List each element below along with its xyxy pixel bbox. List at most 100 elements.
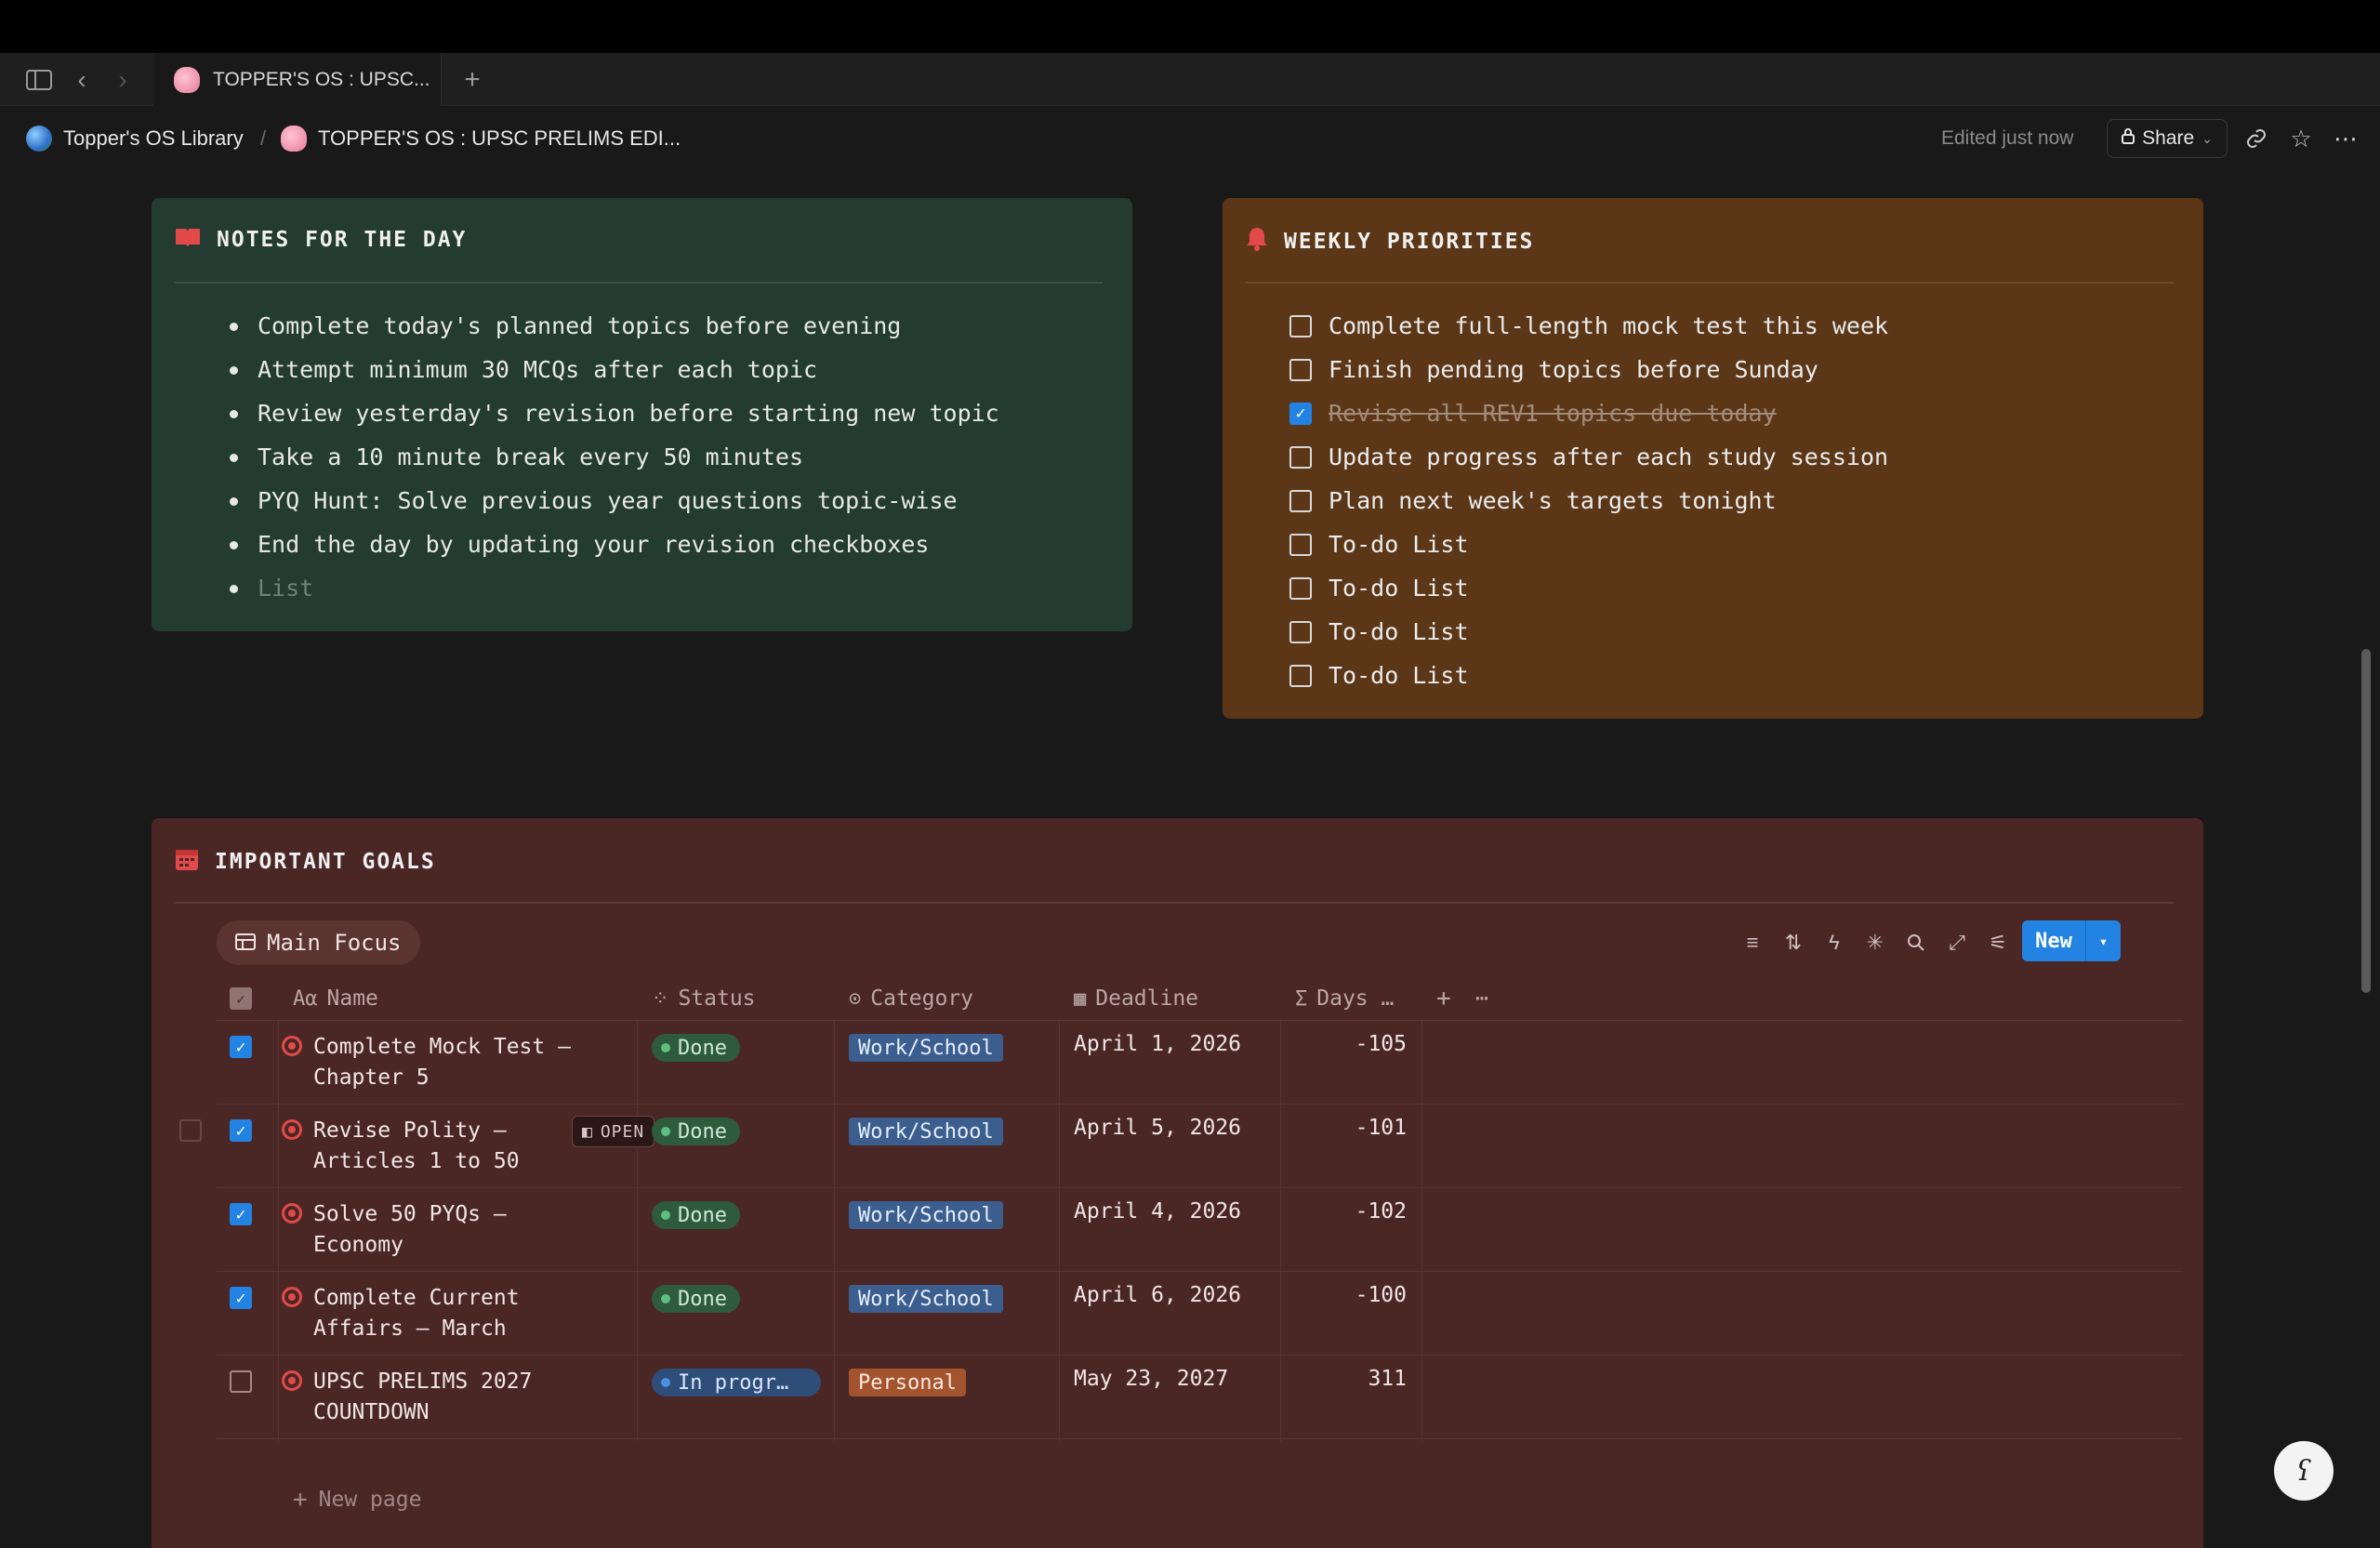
todo-checkbox[interactable]	[1289, 358, 1312, 381]
table-row[interactable]: UPSC PRELIMS 2027 COUNTDOWN In progr… Perso…	[217, 1356, 2183, 1439]
todo-text[interactable]: Plan next week's targets tonight	[1329, 487, 1777, 514]
filter-icon[interactable]: ≡	[1736, 920, 1769, 965]
category-tag[interactable]: Work/School	[849, 1034, 1003, 1062]
divider	[174, 282, 1103, 284]
more-icon[interactable]: ⋯	[2326, 119, 2365, 158]
view-tab-main-focus[interactable]: Main Focus	[217, 920, 420, 965]
breadcrumb-root[interactable]: Topper's OS Library	[26, 107, 244, 170]
status-label: Done	[678, 1119, 727, 1144]
todo-text[interactable]: Update progress after each study session	[1329, 443, 1888, 470]
add-column-icon[interactable]: +	[1436, 976, 1451, 1021]
new-page-button[interactable]: + New page	[293, 1486, 421, 1514]
deadline-cell[interactable]: April 4, 2026	[1074, 1199, 1241, 1224]
list-item[interactable]: PYQ Hunt: Solve previous year questions …	[226, 479, 999, 523]
sidebar-toggle-icon[interactable]	[20, 53, 58, 106]
status-badge[interactable]: Done	[652, 1201, 740, 1229]
breadcrumb-current[interactable]: TOPPER'S OS : UPSC PRELIMS EDI...	[281, 107, 681, 170]
todo-text[interactable]: To-do List	[1329, 618, 1469, 645]
todo-text[interactable]: To-do List	[1329, 531, 1469, 558]
tab-active[interactable]: TOPPER'S OS : UPSC...	[153, 53, 442, 106]
list-item[interactable]: Attempt minimum 30 MCQs after each topic	[226, 348, 999, 391]
column-status[interactable]: ⁘ Status	[652, 976, 756, 1021]
todo-checkbox[interactable]	[1289, 445, 1312, 469]
todo-checkbox[interactable]: ✓	[1289, 402, 1312, 425]
table-row[interactable]: ✓ Complete Current Affairs — March Done Work…	[217, 1272, 2183, 1356]
chevron-down-icon[interactable]: ▾	[2085, 920, 2121, 961]
calendar-property-icon: ▦	[1074, 986, 1087, 1011]
name-cell[interactable]: Complete Current Affairs — March	[282, 1283, 520, 1344]
column-deadline[interactable]: ▦ Deadline	[1074, 976, 1198, 1021]
automation-icon[interactable]: ϟ	[1818, 920, 1851, 965]
todo-text[interactable]: To-do List	[1329, 575, 1469, 602]
new-button[interactable]: New ▾	[2022, 920, 2121, 961]
select-all-checkbox[interactable]: ✓	[230, 976, 252, 1021]
status-badge[interactable]: In progr…	[652, 1369, 821, 1396]
done-checkbox[interactable]: ✓	[230, 1287, 252, 1309]
todo-checkbox[interactable]	[1289, 576, 1312, 600]
new-tab-icon[interactable]: +	[457, 53, 487, 106]
table-row[interactable]: ✓ Revise Polity — Articles 1 to 50 ◧ OPEN Don…	[179, 1105, 2183, 1188]
deadline-cell[interactable]: April 6, 2026	[1074, 1283, 1241, 1307]
list-item[interactable]: Take a 10 minute break every 50 minutes	[226, 435, 999, 479]
name-cell[interactable]: Complete Mock Test — Chapter 5	[282, 1032, 571, 1093]
link-icon[interactable]	[2237, 119, 2276, 158]
expand-icon[interactable]: ⤢	[1940, 920, 1974, 965]
checkbox[interactable]: ✓	[230, 1036, 252, 1058]
table-row[interactable]: ✓ Complete Mock Test — Chapter 5 Done Work/S…	[217, 1021, 2183, 1105]
checkbox[interactable]: ✓	[230, 1287, 252, 1309]
checkbox[interactable]: ✓	[230, 1119, 252, 1142]
star-icon[interactable]: ☆	[2281, 119, 2320, 158]
more-columns-icon[interactable]: ⋯	[1475, 976, 1488, 1021]
back-icon[interactable]: ‹	[67, 53, 97, 106]
todo-text[interactable]: Revise all REV1 topics due today	[1329, 400, 1777, 427]
todo-checkbox[interactable]	[1289, 620, 1312, 643]
status-badge[interactable]: Done	[652, 1285, 740, 1313]
category-tag[interactable]: Personal	[849, 1369, 966, 1396]
todo-text[interactable]: Complete full-length mock test this week	[1329, 312, 1888, 339]
list-item[interactable]: Review yesterday's revision before start…	[226, 391, 999, 435]
category-tag[interactable]: Work/School	[849, 1285, 1003, 1313]
share-button[interactable]: Share ⌄	[2107, 119, 2228, 158]
status-badge[interactable]: Done	[652, 1118, 740, 1145]
column-days[interactable]: Σ Days …	[1295, 976, 1394, 1021]
deadline-cell[interactable]: April 1, 2026	[1074, 1032, 1241, 1056]
sort-icon[interactable]: ⇅	[1777, 920, 1810, 965]
checkbox[interactable]	[230, 1370, 252, 1393]
status-badge[interactable]: Done	[652, 1034, 740, 1062]
open-button[interactable]: ◧ OPEN	[572, 1116, 655, 1147]
list-placeholder[interactable]: List	[226, 566, 999, 610]
deadline-cell[interactable]: April 5, 2026	[1074, 1116, 1241, 1140]
todo-checkbox[interactable]	[1289, 314, 1312, 337]
done-checkbox[interactable]: ✓	[230, 1119, 252, 1142]
target-icon	[282, 1370, 302, 1391]
name-cell[interactable]: Revise Polity — Articles 1 to 50	[282, 1116, 520, 1177]
done-checkbox[interactable]: ✓	[230, 1036, 252, 1058]
done-checkbox[interactable]	[230, 1370, 252, 1393]
scrollbar[interactable]	[2361, 649, 2371, 993]
status-property-icon: ⁘	[652, 986, 669, 1011]
column-name[interactable]: Aα Name	[293, 976, 378, 1021]
row-select-checkbox[interactable]	[179, 1119, 202, 1142]
ai-sparkle-icon[interactable]: ✳	[1858, 920, 1892, 965]
name-cell[interactable]: Solve 50 PYQs — Economy	[282, 1199, 507, 1261]
help-button[interactable]: ʕ	[2274, 1441, 2334, 1501]
todo-checkbox[interactable]	[1289, 533, 1312, 556]
todo-text[interactable]: To-do List	[1329, 662, 1469, 689]
forward-icon[interactable]: ›	[108, 53, 138, 106]
search-icon[interactable]	[1899, 920, 1933, 965]
settings-sliders-icon[interactable]: ⚟	[1981, 920, 2015, 965]
column-category[interactable]: ⊙ Category	[849, 976, 973, 1021]
list-item[interactable]: Complete today's planned topics before e…	[226, 304, 999, 348]
deadline-cell[interactable]: May 23, 2027	[1074, 1367, 1228, 1391]
formula-property-icon: Σ	[1295, 986, 1308, 1011]
todo-checkbox[interactable]	[1289, 489, 1312, 512]
done-checkbox[interactable]: ✓	[230, 1203, 252, 1225]
table-row[interactable]: ✓ Solve 50 PYQs — Economy Done Work/School Ap…	[217, 1188, 2183, 1272]
category-tag[interactable]: Work/School	[849, 1201, 1003, 1229]
checkbox[interactable]: ✓	[230, 1203, 252, 1225]
list-item[interactable]: End the day by updating your revision ch…	[226, 523, 999, 566]
todo-checkbox[interactable]	[1289, 664, 1312, 687]
todo-text[interactable]: Finish pending topics before Sunday	[1329, 356, 1818, 383]
name-cell[interactable]: UPSC PRELIMS 2027 COUNTDOWN	[282, 1367, 532, 1428]
category-tag[interactable]: Work/School	[849, 1118, 1003, 1145]
